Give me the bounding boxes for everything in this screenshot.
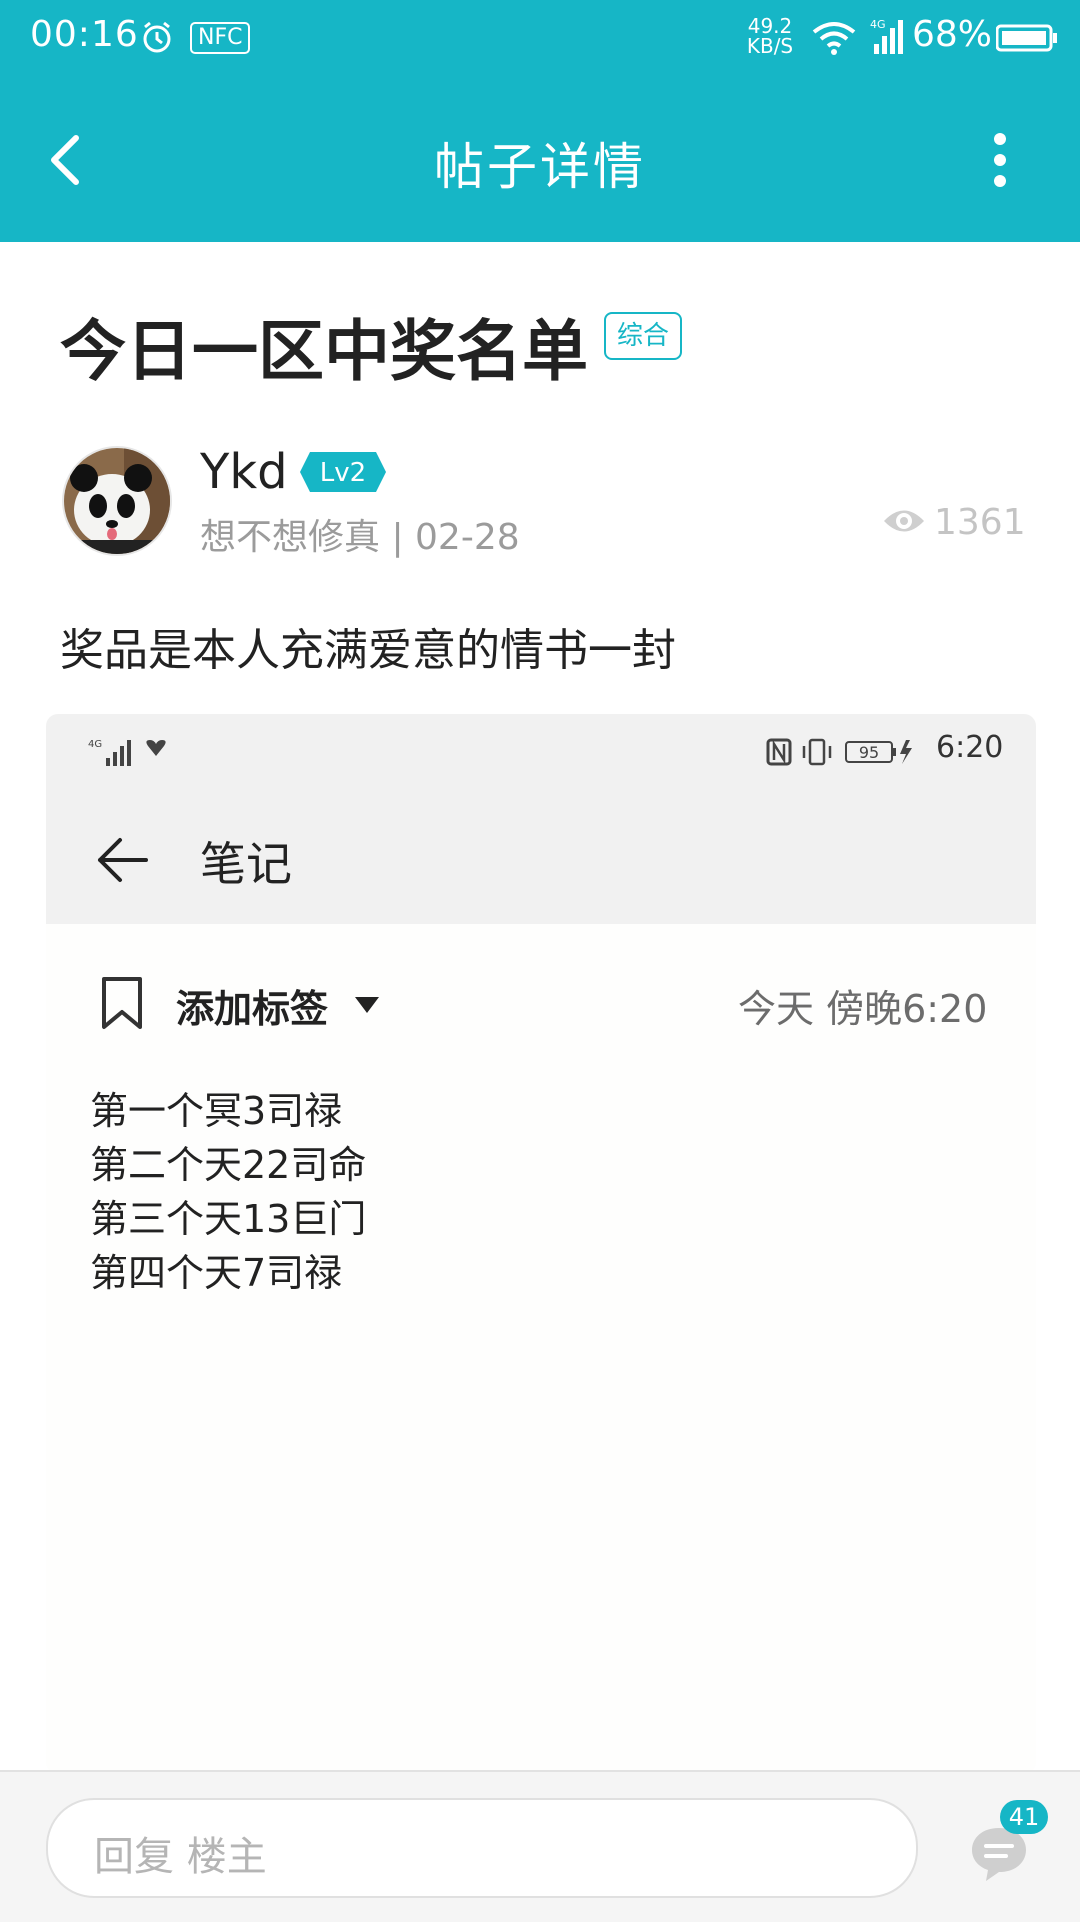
note-line: 第一个冥3司禄 <box>90 1089 343 1133</box>
level-badge: Lv2 <box>300 452 386 492</box>
embedded-battery-level: 95 <box>859 743 879 762</box>
post-body-text: 奖品是本人充满爱意的情书一封 <box>60 625 676 676</box>
post-title: 今日一区中奖名单 <box>60 313 588 390</box>
alarm-icon <box>143 21 171 53</box>
reply-bar: 回复 楼主 41 <box>0 1770 1080 1922</box>
view-count: 1361 <box>934 502 1026 543</box>
author-name[interactable]: Ykd <box>200 444 288 500</box>
embedded-status-bar: 4G 95 6:20 <box>46 714 1036 790</box>
wifi-icon <box>812 22 856 55</box>
comment-count-badge: 41 <box>1000 1800 1048 1834</box>
bookmark-icon <box>102 977 142 1029</box>
embedded-add-tag-label: 添加标签 <box>176 987 329 1031</box>
network-speed-value: 49.2 <box>747 14 793 38</box>
network-speed-unit: KB/S <box>746 34 794 58</box>
panda-avatar-image <box>64 448 170 554</box>
embedded-datetime: 今天 傍晚6:20 <box>738 987 988 1031</box>
caret-down-icon <box>355 997 379 1013</box>
battery-icon <box>996 24 1057 52</box>
note-line: 第三个天13巨门 <box>90 1197 367 1241</box>
cell-signal-icon: 4G <box>870 18 903 54</box>
embedded-title: 笔记 <box>200 837 292 891</box>
reply-input[interactable]: 回复 楼主 <box>46 1798 918 1898</box>
status-time: 00:16 <box>30 14 139 55</box>
nfc-indicator: NFC <box>190 22 251 54</box>
post-category-badge[interactable]: 综合 <box>604 312 682 360</box>
svg-text:4G: 4G <box>870 18 886 31</box>
embedded-note-lines: 第一个冥3司禄 第二个天22司命 第三个天13巨门 第四个天7司禄 <box>90 1084 366 1300</box>
network-speed: 49.2 KB/S <box>742 16 798 56</box>
note-line: 第四个天7司禄 <box>90 1251 343 1295</box>
level-badge-text: Lv2 <box>320 458 366 488</box>
embedded-signal-icon: 4G <box>88 739 166 766</box>
post-image[interactable]: 4G 95 6:20 笔记 添加标签 今天 傍晚6:20 第一个冥3司禄 第二个… <box>46 714 1036 1774</box>
page-title: 帖子详情 <box>434 138 646 196</box>
eye-icon <box>884 510 924 532</box>
embedded-app-bar: 笔记 <box>46 790 1036 924</box>
note-line: 第二个天22司命 <box>90 1143 367 1187</box>
avatar[interactable] <box>62 446 172 556</box>
app-bar: 帖子详情 <box>0 75 1080 242</box>
author-meta: 想不想修真 | 02-28 <box>200 517 520 558</box>
battery-percent: 68% <box>912 14 993 55</box>
arrow-left-icon <box>98 838 148 882</box>
embedded-status-time: 6:20 <box>936 730 1004 765</box>
more-vertical-icon[interactable] <box>975 125 1025 195</box>
svg-text:4G: 4G <box>88 739 102 750</box>
status-bar: 00:16 NFC 49.2 KB/S 4G 68% <box>0 0 1080 75</box>
embedded-status-icons: 95 <box>766 738 912 766</box>
reply-placeholder: 回复 楼主 <box>94 1834 267 1880</box>
